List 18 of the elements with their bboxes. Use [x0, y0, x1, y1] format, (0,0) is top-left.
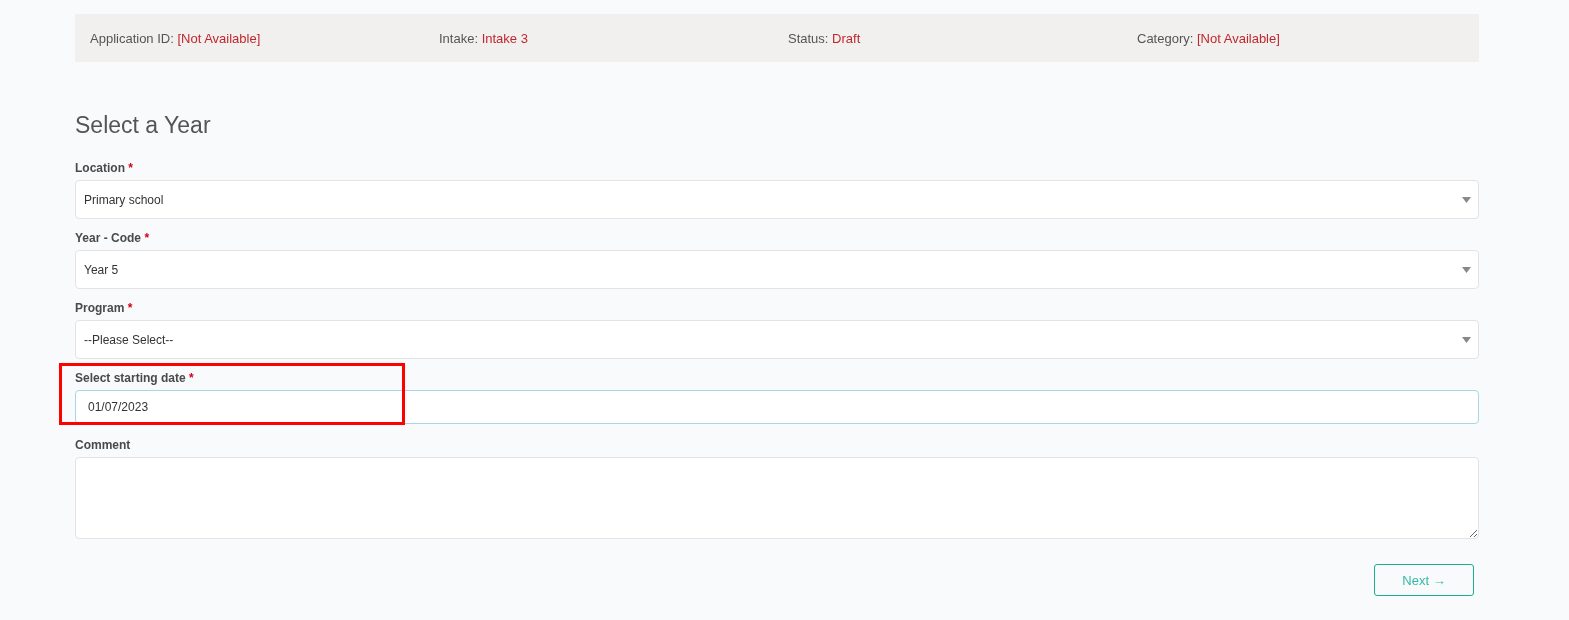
dropdown[interactable]: --Please Select--	[75, 320, 1479, 359]
field-label: Select starting date *	[75, 371, 195, 386]
caret-icon	[1462, 266, 1471, 273]
info-text: Intake: Intake 3	[439, 30, 529, 46]
info-text: Status: Draft	[788, 30, 862, 46]
dropdown[interactable]: Year 5	[75, 250, 1479, 289]
field-label: Comment	[75, 438, 132, 453]
caret-icon	[1462, 336, 1471, 343]
dropdown[interactable]: Primary school	[75, 180, 1479, 219]
info-text: Category: [Not Available]	[1137, 30, 1281, 46]
date-field[interactable]: 01/07/2023	[75, 390, 1479, 424]
field-label: Program *	[75, 301, 134, 316]
comment-field[interactable]	[75, 457, 1479, 539]
info-text: Application ID: [Not Available]	[90, 30, 262, 46]
field-label: Location *	[75, 161, 134, 176]
section-heading: Select a Year	[75, 112, 212, 139]
caret-icon	[1462, 196, 1471, 203]
field-label: Year - Code *	[75, 231, 151, 246]
